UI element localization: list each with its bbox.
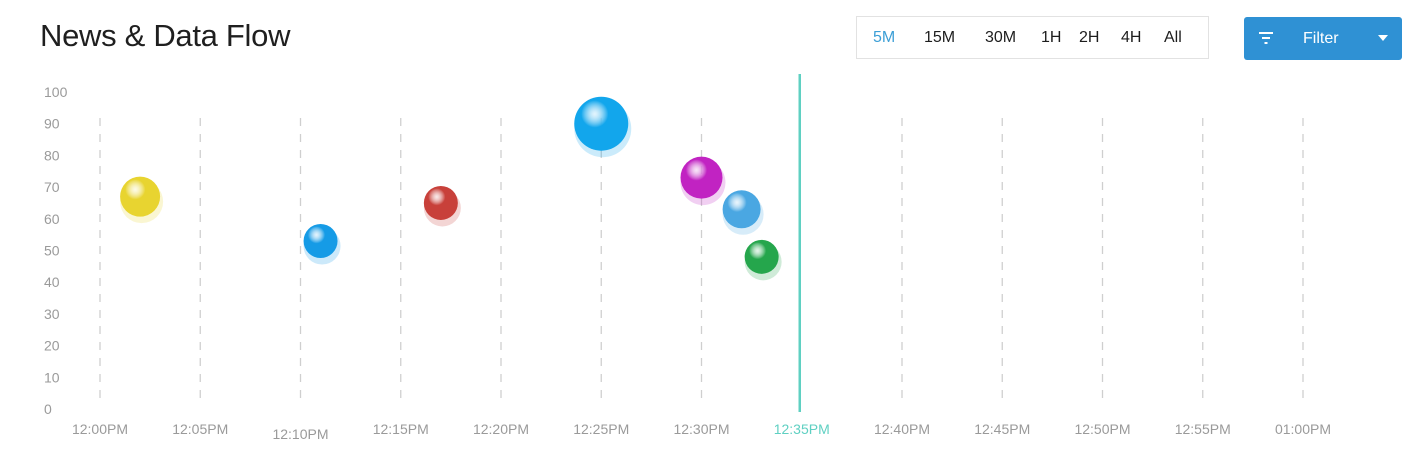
data-bubble[interactable] bbox=[722, 190, 761, 229]
y-tick-label: 20 bbox=[44, 338, 60, 354]
x-tick-label: 12:20PM bbox=[473, 421, 529, 437]
y-tick-label: 100 bbox=[44, 84, 68, 100]
data-bubble[interactable] bbox=[423, 185, 458, 220]
data-bubble[interactable] bbox=[574, 96, 629, 151]
x-tick-label: 12:50PM bbox=[1074, 421, 1130, 437]
x-tick-label: 12:25PM bbox=[573, 421, 629, 437]
x-tick-label: 12:40PM bbox=[874, 421, 930, 437]
y-tick-label: 70 bbox=[44, 179, 60, 195]
data-bubble[interactable] bbox=[303, 223, 338, 258]
y-tick-label: 30 bbox=[44, 306, 60, 322]
x-tick-label: 12:45PM bbox=[974, 421, 1030, 437]
y-axis: 0 10 20 30 40 50 60 70 80 90 100 bbox=[44, 84, 68, 417]
bubble-series bbox=[120, 96, 782, 281]
x-tick-label: 12:55PM bbox=[1175, 421, 1231, 437]
data-bubble[interactable] bbox=[680, 156, 723, 199]
y-tick-label: 50 bbox=[44, 243, 60, 259]
bubble-chart: 0102030405060708090100 12:00PM 12:05PM 12:… bbox=[44, 74, 1331, 442]
x-tick-label: 12:10PM bbox=[272, 426, 328, 442]
y-tick-label: 10 bbox=[44, 369, 60, 385]
y-tick-label: 40 bbox=[44, 274, 60, 290]
x-axis: 12:00PM 12:05PM 12:10PM 12:15PM 12:20PM 12:25… bbox=[72, 421, 1331, 442]
data-bubble[interactable] bbox=[744, 239, 779, 274]
x-tick-label: 12:30PM bbox=[673, 421, 729, 437]
x-tick-label: 12:00PM bbox=[72, 421, 128, 437]
x-tick-label: 01:00PM bbox=[1275, 421, 1331, 437]
y-tick-label: 80 bbox=[44, 147, 60, 163]
y-tick-label: 90 bbox=[44, 116, 60, 132]
x-tick-label: 12:35PM bbox=[774, 421, 830, 437]
y-tick-label: 60 bbox=[44, 211, 60, 227]
data-bubble[interactable] bbox=[120, 176, 161, 217]
x-tick-label: 12:05PM bbox=[172, 421, 228, 437]
y-tick-label: 0 bbox=[44, 401, 52, 417]
x-tick-label: 12:15PM bbox=[373, 421, 429, 437]
